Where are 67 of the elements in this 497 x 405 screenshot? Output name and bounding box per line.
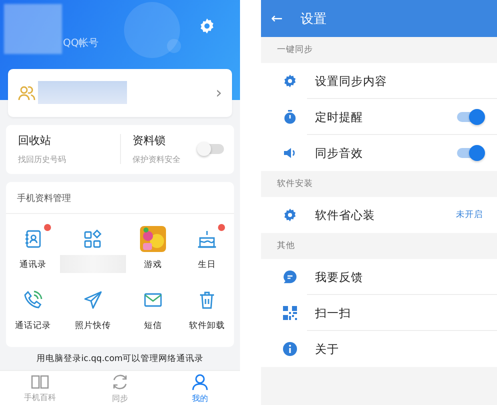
settings-row[interactable]: 软件省心装 未开启 (261, 197, 497, 233)
grid-item[interactable]: 软件卸载 (180, 287, 234, 332)
section-header: 软件安装 (276, 178, 314, 191)
grid-item[interactable]: 通话记录 (6, 287, 60, 332)
grid-item[interactable]: 游戏 (126, 226, 180, 274)
row-label: 定时提醒 (315, 110, 363, 124)
card-subtitle: 找回历史号码 (18, 154, 66, 166)
speaker-icon (283, 146, 297, 160)
account-card[interactable]: › (8, 69, 232, 117)
toggle-switch[interactable] (457, 148, 483, 158)
qr-code-icon (283, 306, 297, 320)
redacted-name (4, 4, 62, 54)
account-label: QQ帐号 (63, 36, 99, 50)
grid-item-label[interactable]: 短信 (144, 320, 162, 332)
game-app-icon[interactable] (140, 226, 166, 252)
row-label: 我要反馈 (315, 270, 363, 284)
grid-item-label[interactable]: 通话记录 (15, 320, 51, 332)
phone-icon[interactable] (23, 290, 43, 310)
section-header: 一键同步 (276, 44, 314, 57)
grid-item[interactable]: 短信 (126, 287, 180, 332)
footer-note: 用电脑登录ic.qq.com可以管理网络通讯录 (35, 353, 205, 366)
chevron-icon: › (216, 83, 222, 102)
row-label: 扫一扫 (315, 306, 351, 320)
gear-icon (283, 208, 297, 222)
status-text: 未开启 (456, 209, 483, 221)
screen-title: 设置 (300, 10, 327, 28)
quick-card-item[interactable]: 回收站 找回历史号码 (6, 133, 120, 166)
paper-plane-icon[interactable] (83, 290, 103, 310)
section-header: 其他 (276, 240, 296, 253)
settings-icon[interactable] (198, 17, 216, 35)
settings-row[interactable]: 扫一扫 (261, 295, 497, 331)
sync-icon (111, 372, 129, 391)
apps-grid-icon[interactable] (83, 229, 103, 250)
row-label: 软件省心装 (315, 208, 375, 222)
row-label: 设置同步内容 (315, 74, 387, 88)
settings-row[interactable]: 设置同步内容 (261, 63, 497, 99)
book-icon (31, 374, 49, 390)
info-icon (283, 342, 297, 356)
person-icon (191, 372, 209, 391)
settings-row[interactable]: 定时提醒 (261, 99, 497, 135)
grid-item-label[interactable]: 生日 (198, 259, 216, 272)
grid-item[interactable]: 照片快传 (60, 287, 126, 332)
back-button[interactable]: ← (269, 10, 285, 26)
card-title: 资料锁 (132, 133, 166, 148)
panel-title: 手机资料管理 (6, 182, 234, 214)
trash-icon[interactable] (197, 290, 217, 310)
gear-icon (283, 74, 297, 88)
card-subtitle: 保护资料安全 (132, 154, 180, 166)
contact-book-icon[interactable] (23, 229, 43, 250)
quick-card-item[interactable]: 资料锁 保护资料安全 (120, 133, 234, 166)
settings-row[interactable]: 关于 (261, 331, 497, 367)
grid-item-label[interactable]: 通讯录 (20, 259, 46, 272)
toggle-switch[interactable] (199, 144, 224, 154)
row-label: 关于 (315, 342, 339, 356)
settings-row[interactable]: 我要反馈 (261, 259, 497, 295)
settings-row[interactable]: 同步音效 (261, 135, 497, 171)
toggle-switch[interactable] (457, 112, 483, 122)
chat-bubble-icon (283, 270, 297, 284)
grid-item-label[interactable]: 游戏 (144, 259, 162, 272)
grid-item-label[interactable]: 照片快传 (75, 320, 111, 332)
cake-icon[interactable] (197, 229, 217, 250)
row-label: 同步音效 (315, 146, 363, 160)
tab[interactable]: 我的 (160, 371, 240, 405)
stopwatch-icon (283, 110, 297, 124)
grid-item-label[interactable]: 软件卸载 (189, 320, 225, 332)
card-title: 回收站 (18, 133, 52, 148)
users-icon (18, 84, 36, 101)
